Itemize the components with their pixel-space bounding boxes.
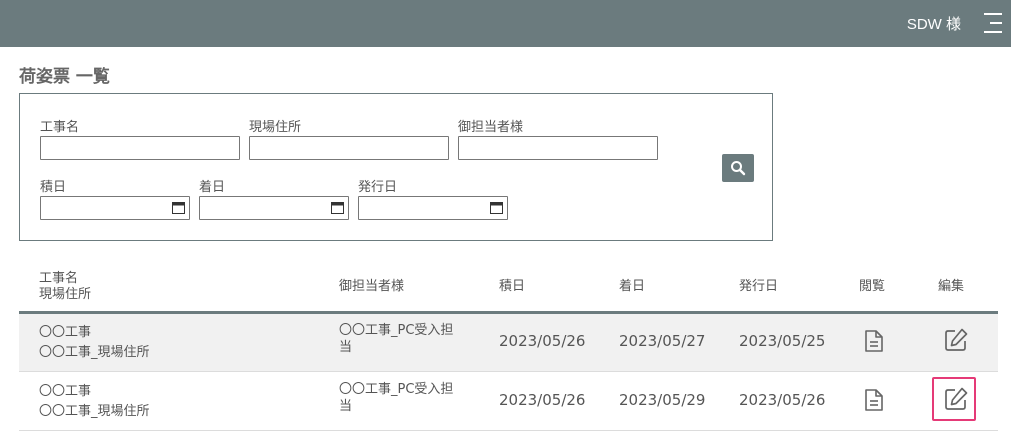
row-tantousha: 〇〇工事_PC受入担当: [339, 381, 453, 415]
search-icon: [731, 161, 746, 176]
chaku-date-label: 着日: [199, 180, 226, 195]
edit-icon[interactable]: [943, 386, 969, 412]
calendar-icon[interactable]: [172, 202, 185, 214]
row-tsumi-date: 2023/05/26: [499, 391, 586, 409]
row-tantousha-line2: 当: [339, 340, 353, 355]
chaku-date-input[interactable]: [199, 196, 349, 220]
row-tsumi-date: 2023/05/26: [499, 332, 586, 350]
row-tantousha-line2: 当: [339, 399, 353, 414]
genba-address-label: 現場住所: [249, 120, 302, 135]
koji-name-label: 工事名: [40, 120, 80, 135]
table-header: 工事名 現場住所 御担当者様 積日 着日 発行日 閲覧 編集: [19, 266, 998, 311]
row-koji-name: 〇〇工事: [39, 384, 92, 399]
document-icon[interactable]: [864, 329, 884, 353]
row-hakko-date: 2023/05/25: [739, 332, 826, 350]
row-divider: [19, 371, 998, 372]
user-name: SDW 様: [906, 16, 961, 33]
table-row: 〇〇工事 〇〇工事_現場住所 〇〇工事_PC受入担当 2023/05/26 20…: [19, 314, 998, 371]
genba-address-input[interactable]: [249, 136, 449, 160]
edit-icon[interactable]: [943, 327, 969, 353]
th-tsumi-date: 積日: [499, 279, 526, 294]
table-row: 〇〇工事 〇〇工事_現場住所 〇〇工事_PC受入担当 2023/05/26 20…: [19, 373, 998, 430]
page-title: 荷姿票 一覧: [19, 67, 110, 87]
row-chaku-date: 2023/05/27: [619, 332, 706, 350]
hakko-date-label: 発行日: [358, 180, 398, 195]
th-view: 閲覧: [859, 279, 886, 294]
row-hakko-date: 2023/05/26: [739, 391, 826, 409]
th-koji-name: 工事名: [39, 271, 79, 286]
th-chaku-date: 着日: [619, 279, 646, 294]
tsumi-date-label: 積日: [40, 180, 67, 195]
th-hakko-date: 発行日: [739, 279, 779, 294]
hakko-date-input[interactable]: [358, 196, 508, 220]
row-tantousha: 〇〇工事_PC受入担当: [339, 322, 453, 356]
row-genba-address: 〇〇工事_現場住所: [39, 404, 150, 419]
row-tantousha-line1: 〇〇工事_PC受入担: [339, 323, 454, 338]
top-bar: SDW 様: [0, 0, 1011, 47]
row-koji-name: 〇〇工事: [39, 325, 92, 340]
th-edit: 編集: [938, 279, 965, 294]
document-icon[interactable]: [864, 388, 884, 412]
row-divider: [19, 430, 998, 431]
calendar-icon[interactable]: [490, 202, 503, 214]
koji-name-input[interactable]: [40, 136, 240, 160]
row-tantousha-line1: 〇〇工事_PC受入担: [339, 382, 454, 397]
row-genba-address: 〇〇工事_現場住所: [39, 345, 150, 360]
tantousha-label: 御担当者様: [458, 120, 524, 135]
th-genba-address: 現場住所: [39, 287, 92, 302]
hamburger-menu-icon[interactable]: [982, 12, 1004, 34]
tsumi-date-input[interactable]: [40, 196, 190, 220]
row-chaku-date: 2023/05/29: [619, 391, 706, 409]
search-panel: 工事名 現場住所 御担当者様 積日 着日 発行日: [19, 93, 773, 241]
tantousha-input[interactable]: [458, 136, 658, 160]
calendar-icon[interactable]: [331, 202, 344, 214]
search-button[interactable]: [722, 154, 754, 182]
th-tantousha: 御担当者様: [339, 279, 405, 294]
